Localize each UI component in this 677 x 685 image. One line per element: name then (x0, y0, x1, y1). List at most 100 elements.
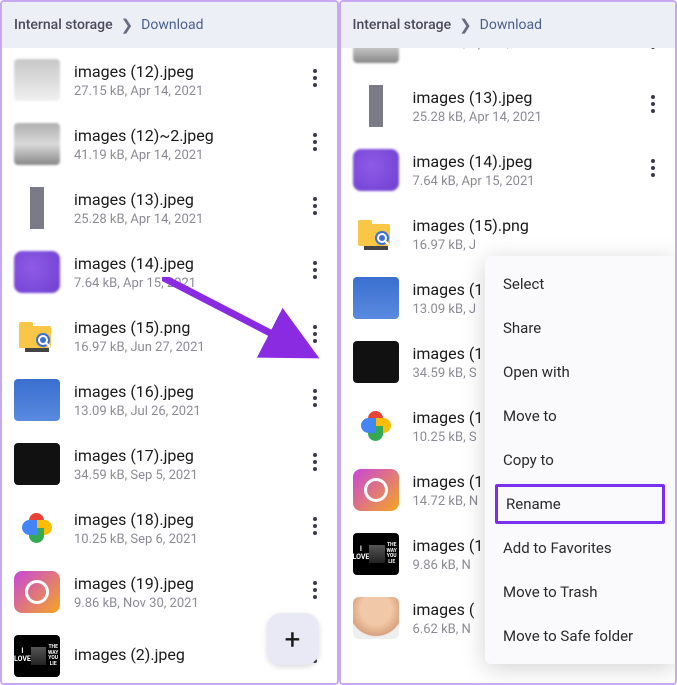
file-name: images (18).jpeg (74, 510, 301, 529)
file-row[interactable]: 41.19 kB, Apr 14, 2021 (341, 48, 676, 74)
file-row[interactable]: images (16).jpeg 13.09 kB, Jul 26, 2021 (2, 368, 337, 432)
file-browser-left: Internal storage ❯ Download images (12).… (0, 0, 339, 685)
context-menu: Select Share Open with Move to Copy to R… (485, 256, 675, 664)
file-name: images (14).jpeg (413, 152, 640, 171)
file-thumbnail (353, 213, 399, 255)
file-name: images (12).jpeg (74, 62, 301, 81)
file-name: images (16).jpeg (74, 382, 301, 401)
row-overflow-menu-icon[interactable] (639, 159, 667, 182)
file-thumbnail (353, 469, 399, 511)
file-row[interactable]: images (14).jpeg 7.64 kB, Apr 15, 2021 (341, 138, 676, 202)
file-thumbnail (14, 123, 60, 165)
row-overflow-menu-icon[interactable] (639, 48, 667, 54)
file-meta: 34.59 kB, Sep 5, 2021 (74, 468, 301, 483)
file-meta: 25.28 kB, Apr 14, 2021 (413, 110, 640, 125)
file-list-left: images (12).jpeg27.15 kB, Apr 14, 2021im… (2, 48, 337, 683)
file-row[interactable]: images (18).jpeg 10.25 kB, Sep 6, 2021 (2, 496, 337, 560)
menu-share[interactable]: Share (485, 306, 675, 350)
file-meta: 41.19 kB, Apr 14, 2021 (413, 48, 640, 51)
file-meta: 13.09 kB, Jul 26, 2021 (74, 404, 301, 419)
file-name: images (15).png (413, 216, 640, 235)
file-name: images (13).jpeg (74, 190, 301, 209)
file-thumbnail (14, 571, 60, 613)
file-name: images (17).jpeg (74, 446, 301, 465)
file-row[interactable]: images (12).jpeg 27.15 kB, Apr 14, 2021 (2, 48, 337, 112)
file-info: images (18).jpeg 10.25 kB, Sep 6, 2021 (74, 510, 301, 547)
menu-add-fav[interactable]: Add to Favorites (485, 526, 675, 570)
file-name: images (13).jpeg (413, 88, 640, 107)
row-overflow-menu-icon[interactable] (301, 453, 329, 476)
menu-select[interactable]: Select (485, 262, 675, 306)
file-thumbnail (14, 379, 60, 421)
file-info: images (19).jpeg9.86 kB, Nov 30, 2021 (74, 574, 301, 611)
row-overflow-menu-icon[interactable] (301, 389, 329, 412)
breadcrumb-root[interactable]: Internal storage (14, 17, 113, 33)
row-overflow-menu-icon[interactable] (301, 261, 329, 284)
file-thumbnail (14, 251, 60, 293)
file-thumbnail: I LOVETHE WAY YOU LIE (353, 533, 399, 575)
row-overflow-menu-icon[interactable] (301, 69, 329, 92)
file-row[interactable]: images (13).jpeg 25.28 kB, Apr 14, 2021 (341, 74, 676, 138)
file-thumbnail (353, 277, 399, 319)
file-thumbnail (14, 59, 60, 101)
breadcrumb-current[interactable]: Download (480, 17, 542, 33)
file-thumbnail: I LOVETHE WAY YOU LIE (14, 635, 60, 677)
menu-rename[interactable]: Rename (495, 484, 665, 524)
file-thumbnail (353, 341, 399, 383)
chevron-right-icon: ❯ (459, 16, 472, 34)
file-meta: 16.97 kB, J (413, 238, 640, 253)
breadcrumb: Internal storage ❯ Download (341, 2, 676, 48)
chevron-right-icon: ❯ (121, 16, 134, 34)
file-name: images (15).png (74, 318, 301, 337)
menu-safe[interactable]: Move to Safe folder (485, 614, 675, 658)
file-row[interactable]: images (15).png 16.97 kB, Jun 27, 2021 (2, 304, 337, 368)
file-row[interactable]: images (13).jpeg 25.28 kB, Apr 14, 2021 (2, 176, 337, 240)
file-info: images (13).jpeg 25.28 kB, Apr 14, 2021 (413, 88, 640, 125)
row-overflow-menu-icon[interactable] (301, 197, 329, 220)
add-fab-button[interactable]: + (267, 613, 319, 665)
breadcrumb-current[interactable]: Download (141, 17, 203, 33)
file-browser-right: Internal storage ❯ Download 41.19 kB, Ap… (339, 0, 677, 685)
row-overflow-menu-icon[interactable] (639, 95, 667, 118)
file-meta: 7.64 kB, Apr 15, 2021 (74, 276, 301, 291)
file-info: images (14).jpeg 7.64 kB, Apr 15, 2021 (74, 254, 301, 291)
file-thumbnail (14, 315, 60, 357)
file-info: images (16).jpeg 13.09 kB, Jul 26, 2021 (74, 382, 301, 419)
file-meta: 10.25 kB, Sep 6, 2021 (74, 532, 301, 547)
file-info: images (15).png 16.97 kB, Jun 27, 2021 (74, 318, 301, 355)
file-name: images (12)~2.jpeg (74, 126, 301, 145)
file-meta: 25.28 kB, Apr 14, 2021 (74, 212, 301, 227)
file-meta: 7.64 kB, Apr 15, 2021 (413, 174, 640, 189)
row-overflow-menu-icon[interactable] (301, 133, 329, 156)
menu-move-to[interactable]: Move to (485, 394, 675, 438)
menu-copy-to[interactable]: Copy to (485, 438, 675, 482)
file-row[interactable]: images (12)~2.jpeg 41.19 kB, Apr 14, 2021 (2, 112, 337, 176)
menu-trash[interactable]: Move to Trash (485, 570, 675, 614)
file-meta: 16.97 kB, Jun 27, 2021 (74, 340, 301, 355)
file-info: images (12)~2.jpeg 41.19 kB, Apr 14, 2021 (74, 126, 301, 163)
file-thumbnail (353, 405, 399, 447)
breadcrumb-root[interactable]: Internal storage (353, 17, 452, 33)
file-meta: 9.86 kB, Nov 30, 2021 (74, 596, 301, 611)
file-info: 41.19 kB, Apr 14, 2021 (413, 48, 640, 51)
menu-open-with[interactable]: Open with (485, 350, 675, 394)
file-thumbnail (14, 443, 60, 485)
file-thumbnail (14, 507, 60, 549)
file-row[interactable]: images (14).jpeg 7.64 kB, Apr 15, 2021 (2, 240, 337, 304)
row-overflow-menu-icon[interactable] (301, 517, 329, 540)
file-row[interactable]: images (17).jpeg 34.59 kB, Sep 5, 2021 (2, 432, 337, 496)
row-overflow-menu-icon[interactable] (301, 325, 329, 348)
file-thumbnail (353, 597, 399, 639)
file-info: images (14).jpeg 7.64 kB, Apr 15, 2021 (413, 152, 640, 189)
file-thumbnail (353, 85, 399, 127)
file-name: images (14).jpeg (74, 254, 301, 273)
file-thumbnail (14, 187, 60, 229)
file-info: images (12).jpeg 27.15 kB, Apr 14, 2021 (74, 62, 301, 99)
breadcrumb: Internal storage ❯ Download (2, 2, 337, 48)
file-info: images (13).jpeg 25.28 kB, Apr 14, 2021 (74, 190, 301, 227)
row-overflow-menu-icon[interactable] (301, 581, 329, 604)
file-info: images (17).jpeg 34.59 kB, Sep 5, 2021 (74, 446, 301, 483)
file-info: images (15).png 16.97 kB, J (413, 216, 640, 253)
file-meta: 41.19 kB, Apr 14, 2021 (74, 148, 301, 163)
file-meta: 27.15 kB, Apr 14, 2021 (74, 84, 301, 99)
